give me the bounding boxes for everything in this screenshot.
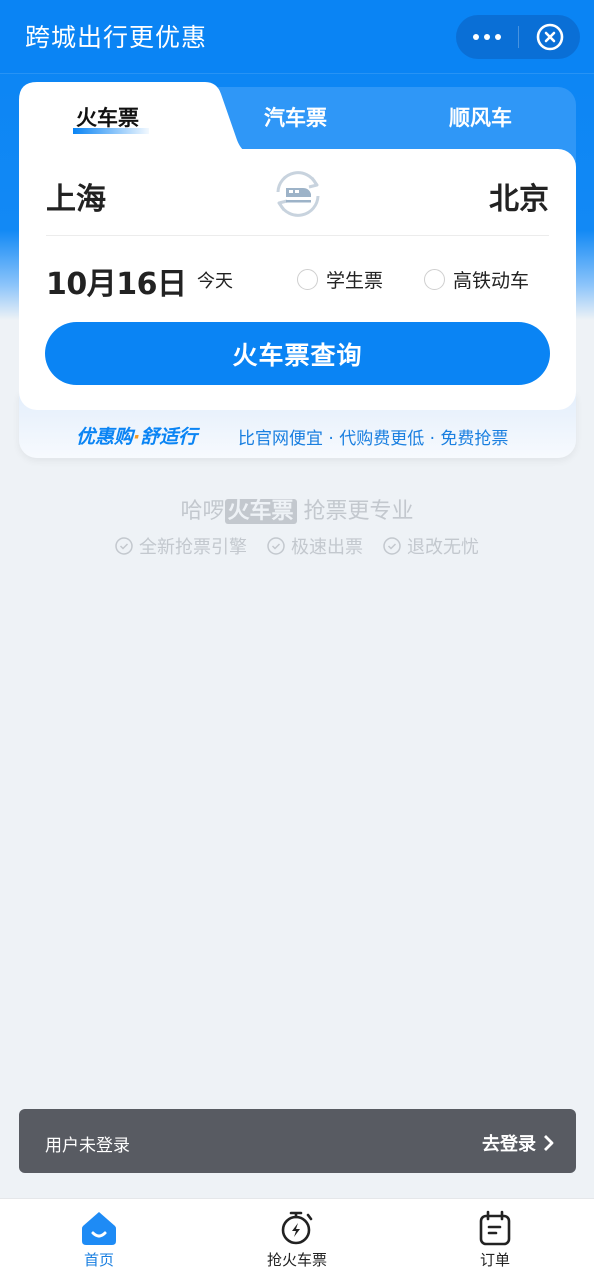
slogan-suffix: 抢票更专业: [296, 499, 414, 524]
train-swap-icon[interactable]: [270, 166, 326, 222]
to-city[interactable]: 北京: [489, 174, 549, 218]
bottom-tab-bar: 首页 抢火车票 订单: [0, 1198, 594, 1280]
feature-label: 极速出票: [291, 537, 363, 558]
promo-title-part2: 舒适行: [140, 426, 198, 448]
date-note: 今天: [197, 271, 233, 292]
high-speed-label: 高铁动车: [453, 270, 530, 292]
tabbar-home[interactable]: 首页: [39, 1209, 159, 1270]
slogan: 哈啰 火车票 抢票更专业: [0, 493, 594, 525]
go-login-link[interactable]: 去登录: [482, 1130, 554, 1156]
tabbar-orders-label: 订单: [479, 1251, 510, 1269]
mini-program-capsule: [456, 15, 580, 59]
check-circle-icon: [267, 537, 285, 555]
check-circle-icon: [383, 537, 401, 555]
form-divider: [46, 235, 549, 236]
tab-carpool[interactable]: 顺风车: [449, 102, 512, 132]
tab-bus[interactable]: 汽车票: [264, 102, 327, 132]
calendar-order-icon: [479, 1210, 511, 1246]
active-tab-underline: [73, 128, 149, 134]
promo-title: 优惠购·舒适行: [76, 422, 197, 449]
search-form: 上海 北京 10月16日 今天 学生票 高铁动车 火车票查询: [19, 149, 576, 410]
tabbar-orders[interactable]: 订单: [435, 1209, 555, 1270]
promo-title-part1: 优惠购: [76, 426, 134, 448]
more-dots-icon[interactable]: [456, 15, 518, 59]
feature-label: 全新抢票引擎: [139, 537, 247, 558]
search-card: 优惠购·舒适行 比官网便宜 · 代购费更低 · 免费抢票 火车票 汽车票 顺风车…: [19, 82, 576, 458]
login-status: 用户未登录: [45, 1136, 130, 1156]
page-title: 跨城出行更优惠: [25, 23, 208, 52]
student-ticket-option[interactable]: 学生票: [297, 266, 383, 293]
departure-date[interactable]: 10月16日: [46, 259, 187, 303]
check-circle-icon: [115, 537, 133, 555]
tabbar-home-label: 首页: [83, 1251, 114, 1269]
chevron-right-icon: [544, 1135, 554, 1151]
promo-description: 比官网便宜 · 代购费更低 · 免费抢票: [238, 429, 509, 449]
go-login-label: 去登录: [482, 1134, 536, 1155]
close-circle-icon[interactable]: [519, 15, 580, 59]
tabbar-grab-label: 抢火车票: [266, 1251, 327, 1269]
student-ticket-label: 学生票: [326, 270, 384, 292]
search-tickets-button[interactable]: 火车票查询: [45, 322, 550, 385]
student-ticket-radio[interactable]: [297, 269, 318, 290]
tabbar-grab-tickets[interactable]: 抢火车票: [237, 1209, 357, 1270]
from-city[interactable]: 上海: [46, 174, 106, 218]
feature-item: 极速出票: [267, 533, 363, 559]
login-banner[interactable]: 用户未登录 去登录: [19, 1109, 576, 1173]
feature-item: 全新抢票引擎: [115, 533, 247, 559]
feature-item: 退改无忧: [383, 533, 479, 559]
feature-list: 全新抢票引擎 极速出票 退改无忧: [0, 533, 594, 559]
home-icon: [82, 1212, 116, 1245]
stopwatch-bolt-icon: [281, 1211, 313, 1245]
high-speed-radio[interactable]: [424, 269, 445, 290]
feature-label: 退改无忧: [407, 537, 479, 558]
navigation-bar: 跨城出行更优惠: [0, 0, 594, 74]
high-speed-option[interactable]: 高铁动车: [424, 266, 529, 293]
slogan-tag: 火车票: [224, 499, 297, 524]
slogan-prefix: 哈啰: [180, 499, 225, 524]
